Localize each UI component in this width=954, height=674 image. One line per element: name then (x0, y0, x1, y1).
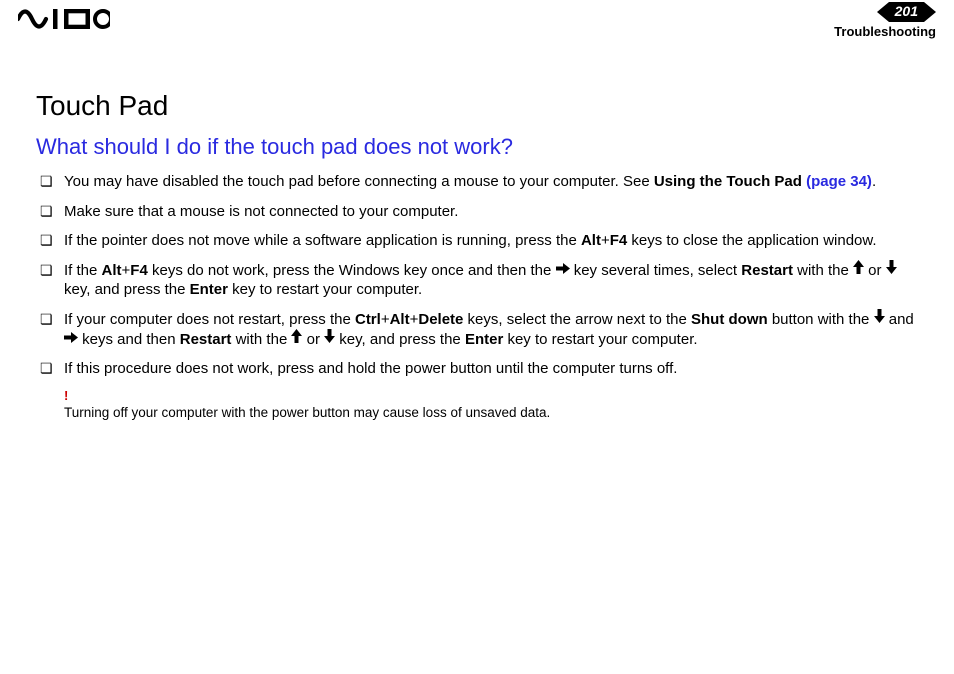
page-header: 201 Troubleshooting (0, 0, 954, 40)
troubleshoot-list: You may have disabled the touch pad befo… (36, 172, 918, 379)
next-page-arrow-icon[interactable] (924, 2, 936, 22)
list-item: If your computer does not restart, press… (36, 310, 918, 350)
arrow-down-icon (874, 309, 885, 329)
content: Touch Pad What should I do if the touch … (0, 40, 954, 422)
question-heading: What should I do if the touch pad does n… (36, 134, 918, 160)
arrow-right-icon (64, 329, 78, 349)
list-item: Make sure that a mouse is not connected … (36, 202, 918, 222)
page-number-nav: 201 (877, 2, 936, 22)
list-item: If the Alt+F4 keys do not work, press th… (36, 261, 918, 300)
arrow-right-icon (556, 260, 570, 280)
list-item: You may have disabled the touch pad befo… (36, 172, 918, 192)
list-item: If the pointer does not move while a sof… (36, 231, 918, 251)
warning-icon: ! (64, 389, 918, 402)
arrow-up-icon (291, 329, 302, 349)
prev-page-arrow-icon[interactable] (877, 2, 889, 22)
page-number: 201 (889, 2, 924, 22)
list-item: If this procedure does not work, press a… (36, 359, 918, 379)
page-title: Touch Pad (36, 90, 918, 122)
section-label: Troubleshooting (834, 24, 936, 39)
arrow-down-icon (324, 329, 335, 349)
warning-note: ! Turning off your computer with the pow… (64, 389, 918, 422)
warning-text: Turning off your computer with the power… (64, 405, 550, 420)
arrow-up-icon (853, 260, 864, 280)
arrow-down-icon (886, 260, 897, 280)
vaio-logo (18, 8, 110, 30)
page-link[interactable]: (page 34) (806, 173, 872, 190)
